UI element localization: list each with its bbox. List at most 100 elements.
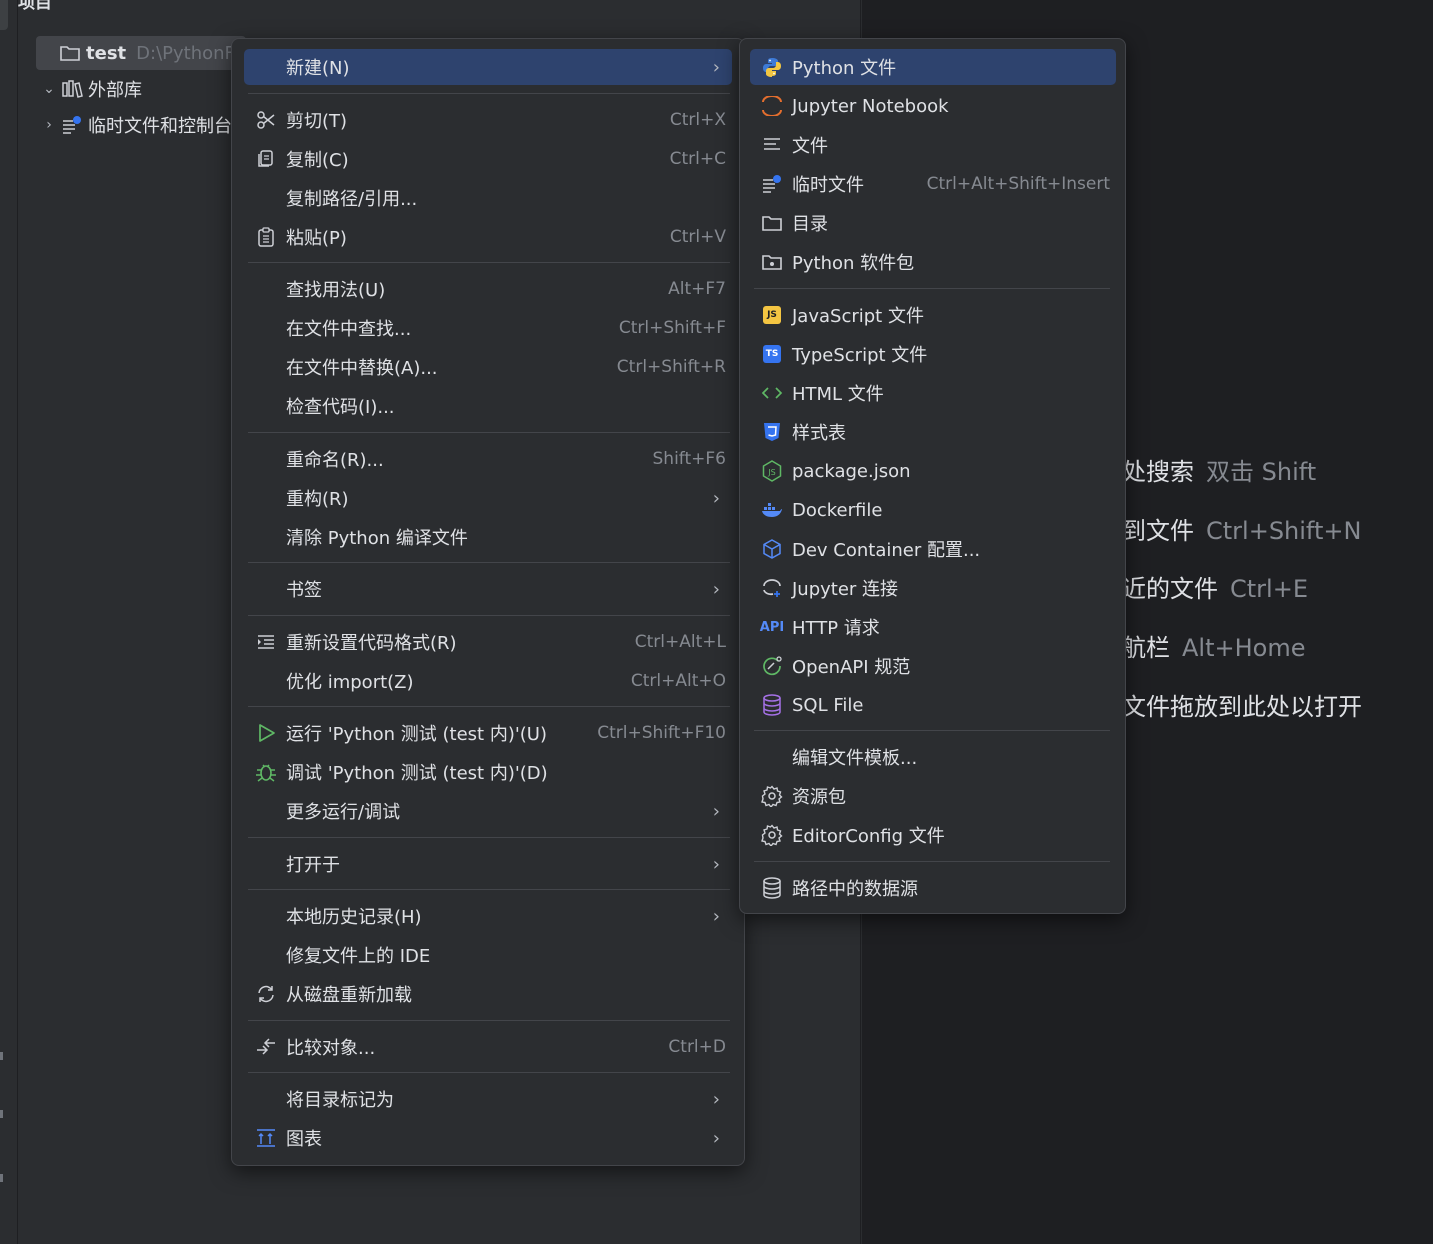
tool-marker: [0, 1052, 3, 1060]
menu-item-open-in[interactable]: 打开于 ›: [244, 846, 732, 882]
menu-item-label: 临时文件: [792, 175, 864, 196]
text-file-icon: [760, 133, 784, 157]
menu-item-find-usages[interactable]: 查找用法(U) Alt+F7: [244, 271, 732, 307]
hint-search-everywhere: 处搜索 双击 Shift: [1122, 452, 1316, 487]
menu-item-label: 将目录标记为: [286, 1090, 394, 1111]
submenu-item-directory[interactable]: 目录: [750, 205, 1116, 241]
menu-item-mark-directory-as[interactable]: 将目录标记为 ›: [244, 1081, 732, 1117]
html-icon: [760, 381, 784, 405]
docker-icon: [760, 498, 784, 522]
javascript-icon: JS: [760, 303, 784, 327]
menu-item-label: 复制路径/引用...: [286, 189, 418, 210]
menu-item-label: 新建(N): [286, 58, 350, 79]
menu-item-shortcut: Ctrl+Shift+F10: [597, 723, 726, 743]
menu-item-paste[interactable]: 粘贴(P) Ctrl+V: [244, 219, 732, 255]
folder-icon: [58, 45, 82, 61]
menu-item-shortcut: Ctrl+Shift+F: [618, 318, 726, 338]
typescript-icon: TS: [760, 342, 784, 366]
menu-item-copy-path[interactable]: 复制路径/引用...: [244, 180, 732, 216]
submenu-item-file[interactable]: 文件: [750, 127, 1116, 163]
menu-item-label: HTTP 请求: [792, 618, 880, 639]
menu-item-local-history[interactable]: 本地历史记录(H) ›: [244, 898, 732, 934]
menu-item-label: 在文件中替换(A)...: [286, 358, 438, 379]
menu-item-label: 本地历史记录(H): [286, 907, 422, 928]
menu-item-label: 资源包: [792, 787, 846, 808]
hint-navigation-bar: 航栏 Alt+Home: [1122, 628, 1305, 663]
chevron-right-icon: ›: [712, 800, 720, 822]
project-panel-title[interactable]: 项目: [18, 0, 52, 13]
menu-item-reload-from-disk[interactable]: 从磁盘重新加载: [244, 976, 732, 1012]
ts-badge: TS: [763, 345, 781, 363]
menu-item-compare-with[interactable]: 比较对象... Ctrl+D: [244, 1029, 732, 1065]
tool-marker: [0, 1174, 3, 1182]
submenu-item-javascript-file[interactable]: JS JavaScript 文件: [750, 297, 1116, 333]
gear-icon: [760, 823, 784, 847]
tree-item-external-libraries[interactable]: ⌄ 外部库: [38, 72, 238, 106]
submenu-item-stylesheet[interactable]: 样式表: [750, 414, 1116, 450]
menu-item-shortcut: Ctrl+Alt+O: [630, 671, 726, 691]
submenu-item-http-request[interactable]: API HTTP 请求: [750, 609, 1116, 645]
menu-item-run-tests[interactable]: 运行 'Python 测试 (test 内)'(U) Ctrl+Shift+F1…: [244, 715, 732, 751]
project-tool-tab[interactable]: [0, 0, 8, 30]
menu-item-bookmarks[interactable]: 书签 ›: [244, 571, 732, 607]
tree-item-test[interactable]: test D:\PythonF: [36, 36, 246, 70]
menu-item-label: 重新设置代码格式(R): [286, 633, 457, 654]
menu-item-label: 目录: [792, 214, 828, 235]
menu-item-label: HTML 文件: [792, 384, 884, 405]
submenu-item-dockerfile[interactable]: Dockerfile: [750, 492, 1116, 528]
menu-item-diagrams[interactable]: 图表 ›: [244, 1120, 732, 1156]
menu-item-reformat-code[interactable]: 重新设置代码格式(R) Ctrl+Alt+L: [244, 624, 732, 660]
menu-item-more-run-debug[interactable]: 更多运行/调试 ›: [244, 793, 732, 829]
menu-item-cut[interactable]: 剪切(T) Ctrl+X: [244, 102, 732, 138]
submenu-item-dev-container[interactable]: Dev Container 配置...: [750, 531, 1116, 567]
submenu-item-typescript-file[interactable]: TS TypeScript 文件: [750, 336, 1116, 372]
chevron-right-icon: ›: [712, 1088, 720, 1110]
scissors-icon: [254, 108, 278, 132]
diagram-icon: [254, 1126, 278, 1150]
menu-item-repair-ide[interactable]: 修复文件上的 IDE: [244, 937, 732, 973]
run-icon: [254, 721, 278, 745]
menu-item-label: 检查代码(I)...: [286, 397, 395, 418]
menu-item-find-in-files[interactable]: 在文件中查找... Ctrl+Shift+F: [244, 310, 732, 346]
submenu-item-python-package[interactable]: Python 软件包: [750, 244, 1116, 280]
submenu-item-resource-bundle[interactable]: 资源包: [750, 778, 1116, 814]
menu-item-label: 运行 'Python 测试 (test 内)'(U): [286, 724, 548, 745]
menu-item-label: 调试 'Python 测试 (test 内)'(D): [286, 763, 548, 784]
nodejs-icon: JS: [760, 459, 784, 483]
chevron-down-icon[interactable]: ⌄: [38, 81, 60, 97]
submenu-item-jupyter-notebook[interactable]: Jupyter Notebook: [750, 88, 1116, 124]
tree-item-label: 外部库: [88, 80, 142, 101]
menu-item-copy[interactable]: 复制(C) Ctrl+C: [244, 141, 732, 177]
menu-item-rename[interactable]: 重命名(R)... Shift+F6: [244, 441, 732, 477]
menu-item-label: SQL File: [792, 694, 864, 716]
submenu-item-jupyter-connection[interactable]: Jupyter 连接: [750, 570, 1116, 606]
menu-item-clean-python-compiled[interactable]: 清除 Python 编译文件: [244, 519, 732, 555]
menu-item-label: 剪切(T): [286, 111, 348, 132]
menu-item-label: 样式表: [792, 423, 846, 444]
css-icon: [760, 420, 784, 444]
menu-item-label: 修复文件上的 IDE: [286, 946, 431, 967]
submenu-item-scratch-file[interactable]: 临时文件 Ctrl+Alt+Shift+Insert: [750, 166, 1116, 202]
submenu-item-python-file[interactable]: Python 文件: [750, 49, 1116, 85]
submenu-item-package-json[interactable]: JS package.json: [750, 453, 1116, 489]
menu-separator: [754, 861, 1110, 862]
submenu-item-edit-file-templates[interactable]: 编辑文件模板...: [750, 739, 1116, 775]
menu-item-new[interactable]: 新建(N) ›: [244, 49, 732, 85]
submenu-item-sql-file[interactable]: SQL File: [750, 687, 1116, 723]
chevron-right-icon[interactable]: ›: [38, 117, 60, 133]
submenu-item-openapi[interactable]: OpenAPI 规范: [750, 648, 1116, 684]
menu-item-debug-tests[interactable]: 调试 'Python 测试 (test 内)'(D): [244, 754, 732, 790]
submenu-item-editorconfig[interactable]: EditorConfig 文件: [750, 817, 1116, 853]
tool-marker: [0, 1110, 3, 1118]
compare-icon: [254, 1035, 278, 1059]
menu-item-label: 清除 Python 编译文件: [286, 528, 468, 549]
menu-item-inspect-code[interactable]: 检查代码(I)...: [244, 388, 732, 424]
menu-item-optimize-imports[interactable]: 优化 import(Z) Ctrl+Alt+O: [244, 663, 732, 699]
chevron-right-icon: ›: [712, 853, 720, 875]
submenu-item-data-source-in-path[interactable]: 路径中的数据源: [750, 870, 1116, 906]
menu-item-refactor[interactable]: 重构(R) ›: [244, 480, 732, 516]
menu-item-replace-in-files[interactable]: 在文件中替换(A)... Ctrl+Shift+R: [244, 349, 732, 385]
submenu-item-html-file[interactable]: HTML 文件: [750, 375, 1116, 411]
menu-item-label: 打开于: [286, 855, 340, 876]
tree-item-scratches[interactable]: › 临时文件和控制台: [38, 108, 234, 142]
